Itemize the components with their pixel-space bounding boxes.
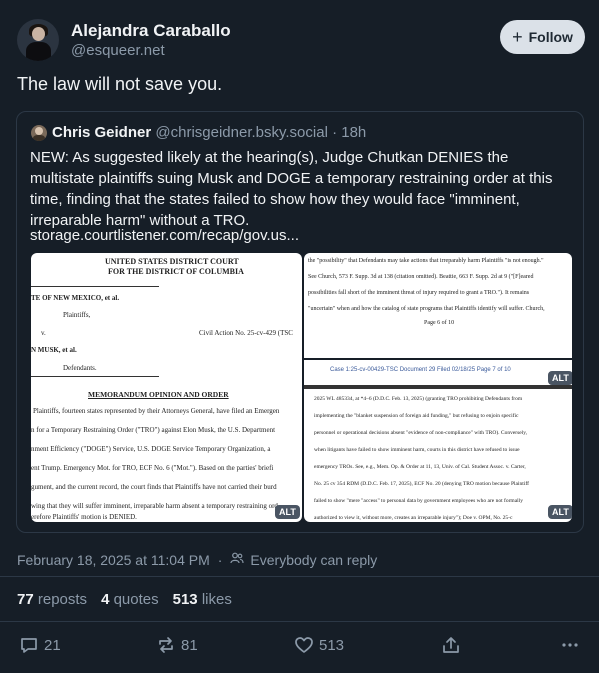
doc-line: when litigants have failed to show immin…	[314, 447, 520, 453]
document-image-3[interactable]: Case 1:25-cv-00429-TSC Document 29 Filed…	[304, 360, 572, 522]
like-count: 513	[319, 636, 345, 654]
author-name[interactable]: Alejandra Caraballo	[71, 21, 231, 41]
civil-action: Civil Action No. 25-cv-429 (TSC	[199, 329, 293, 337]
repost-icon	[156, 635, 176, 655]
doc-line: n for a Temporary Restraining Order ("TR…	[31, 426, 276, 434]
more-options-button[interactable]	[560, 635, 580, 655]
reply-button[interactable]: 21	[19, 635, 61, 655]
alt-badge[interactable]: ALT	[548, 505, 572, 519]
plus-icon: +	[512, 26, 523, 47]
repost-count: 81	[181, 636, 198, 654]
share-button[interactable]	[441, 635, 461, 655]
case-header: Case 1:25-cv-00429-TSC Document 29 Filed…	[330, 367, 511, 373]
quoted-header: Chris Geidner @chrisgeidner.bsky.social …	[52, 124, 366, 141]
court-title-1: UNITED STATES DISTRICT COURT	[105, 257, 239, 266]
doc-line: ent Trump. Emergency Mot. for TRO, ECF N…	[31, 464, 274, 472]
alt-badge[interactable]: ALT	[275, 505, 300, 519]
document-image-2[interactable]: the "possibility" that Defendants may ta…	[304, 253, 572, 358]
post-meta: February 18, 2025 at 11:04 PM · Everybod…	[17, 551, 378, 568]
divider	[0, 621, 599, 622]
quotes-stat[interactable]: 4 quotes	[101, 591, 159, 608]
quoted-text: NEW: As suggested likely at the hearing(…	[30, 149, 553, 229]
doc-line: "uncertain" when and how the catalog of …	[308, 306, 545, 312]
reply-icon	[19, 635, 39, 655]
page-number: Page 6 of 10	[424, 320, 455, 326]
author-handle[interactable]: @esqueer.net	[71, 42, 165, 59]
follow-label: Follow	[528, 29, 573, 45]
alt-badge[interactable]: ALT	[548, 371, 572, 385]
defendants-label: Defendants.	[63, 364, 97, 372]
party-1: TE OF NEW MEXICO, et al.	[31, 294, 120, 302]
avatar[interactable]	[17, 19, 59, 61]
heart-icon	[294, 635, 314, 655]
quoted-handle: @chrisgeidner.bsky.social · 18h	[155, 124, 367, 141]
doc-line: wing that they will suffer imminent, irr…	[31, 502, 278, 510]
like-button[interactable]: 513	[294, 635, 344, 655]
divider	[0, 576, 599, 577]
reply-count: 21	[44, 636, 61, 654]
people-icon	[230, 551, 244, 568]
reply-setting: Everybody can reply	[250, 551, 378, 568]
court-title-2: FOR THE DISTRICT OF COLUMBIA	[108, 267, 244, 276]
doc-line: erefore Plaintiffs' motion is DENIED.	[31, 513, 137, 521]
doc-line: personnel or operational decisions absen…	[314, 430, 527, 436]
follow-button[interactable]: + Follow	[500, 20, 585, 54]
post-stats: 77 reposts 4 quotes 513 likes	[17, 591, 232, 608]
doc-line: nment Efficiency ("DOGE") Service, U.S. …	[31, 445, 271, 453]
likes-stat[interactable]: 513 likes	[173, 591, 232, 608]
doc-line: failed to show "mere "access" to persona…	[314, 498, 523, 504]
doc-line: 2025 WL 485334, at *4–6 (D.D.C. Feb. 13,…	[314, 396, 523, 402]
more-icon	[560, 635, 580, 655]
doc-line: possibilities fall short of the imminent…	[308, 290, 530, 296]
doc-line: the "possibility" that Defendants may ta…	[308, 258, 544, 264]
versus-label: v.	[41, 329, 46, 337]
reposts-stat[interactable]: 77 reposts	[17, 591, 87, 608]
quoted-author-name[interactable]: Chris Geidner	[52, 124, 151, 141]
doc-line: Plaintiffs, fourteen states represented …	[33, 407, 280, 415]
doc-line: See Church, 573 F. Supp. 3d at 138 (cita…	[308, 274, 534, 280]
party-2: N MUSK, et al.	[31, 346, 77, 354]
doc-line: emergency TROs. See, e.g., Mem. Op. & Or…	[314, 464, 526, 470]
quoted-link[interactable]: storage.courtlistener.com/recap/gov.us..…	[30, 227, 299, 244]
post-timestamp[interactable]: February 18, 2025 at 11:04 PM	[17, 552, 210, 568]
quoted-post[interactable]: Chris Geidner @chrisgeidner.bsky.social …	[16, 111, 584, 533]
memo-heading: MEMORANDUM OPINION AND ORDER	[88, 390, 229, 399]
repost-button[interactable]: 81	[156, 635, 198, 655]
plaintiffs-label: Plaintiffs,	[63, 311, 91, 319]
doc-line: implementing the "blanket suspension of …	[314, 413, 519, 419]
share-icon	[441, 635, 461, 655]
quoted-avatar[interactable]	[31, 125, 47, 141]
post-text: The law will not save you.	[17, 74, 223, 94]
doc-line: authorized to view it, without more, cre…	[314, 515, 513, 521]
document-image-1[interactable]: UNITED STATES DISTRICT COURT FOR THE DIS…	[31, 253, 302, 522]
doc-line: gument, and the current record, the cour…	[31, 483, 277, 491]
doc-line: No. 25 cv 354 RDM (D.D.C. Feb. 17, 2025)…	[314, 481, 529, 487]
